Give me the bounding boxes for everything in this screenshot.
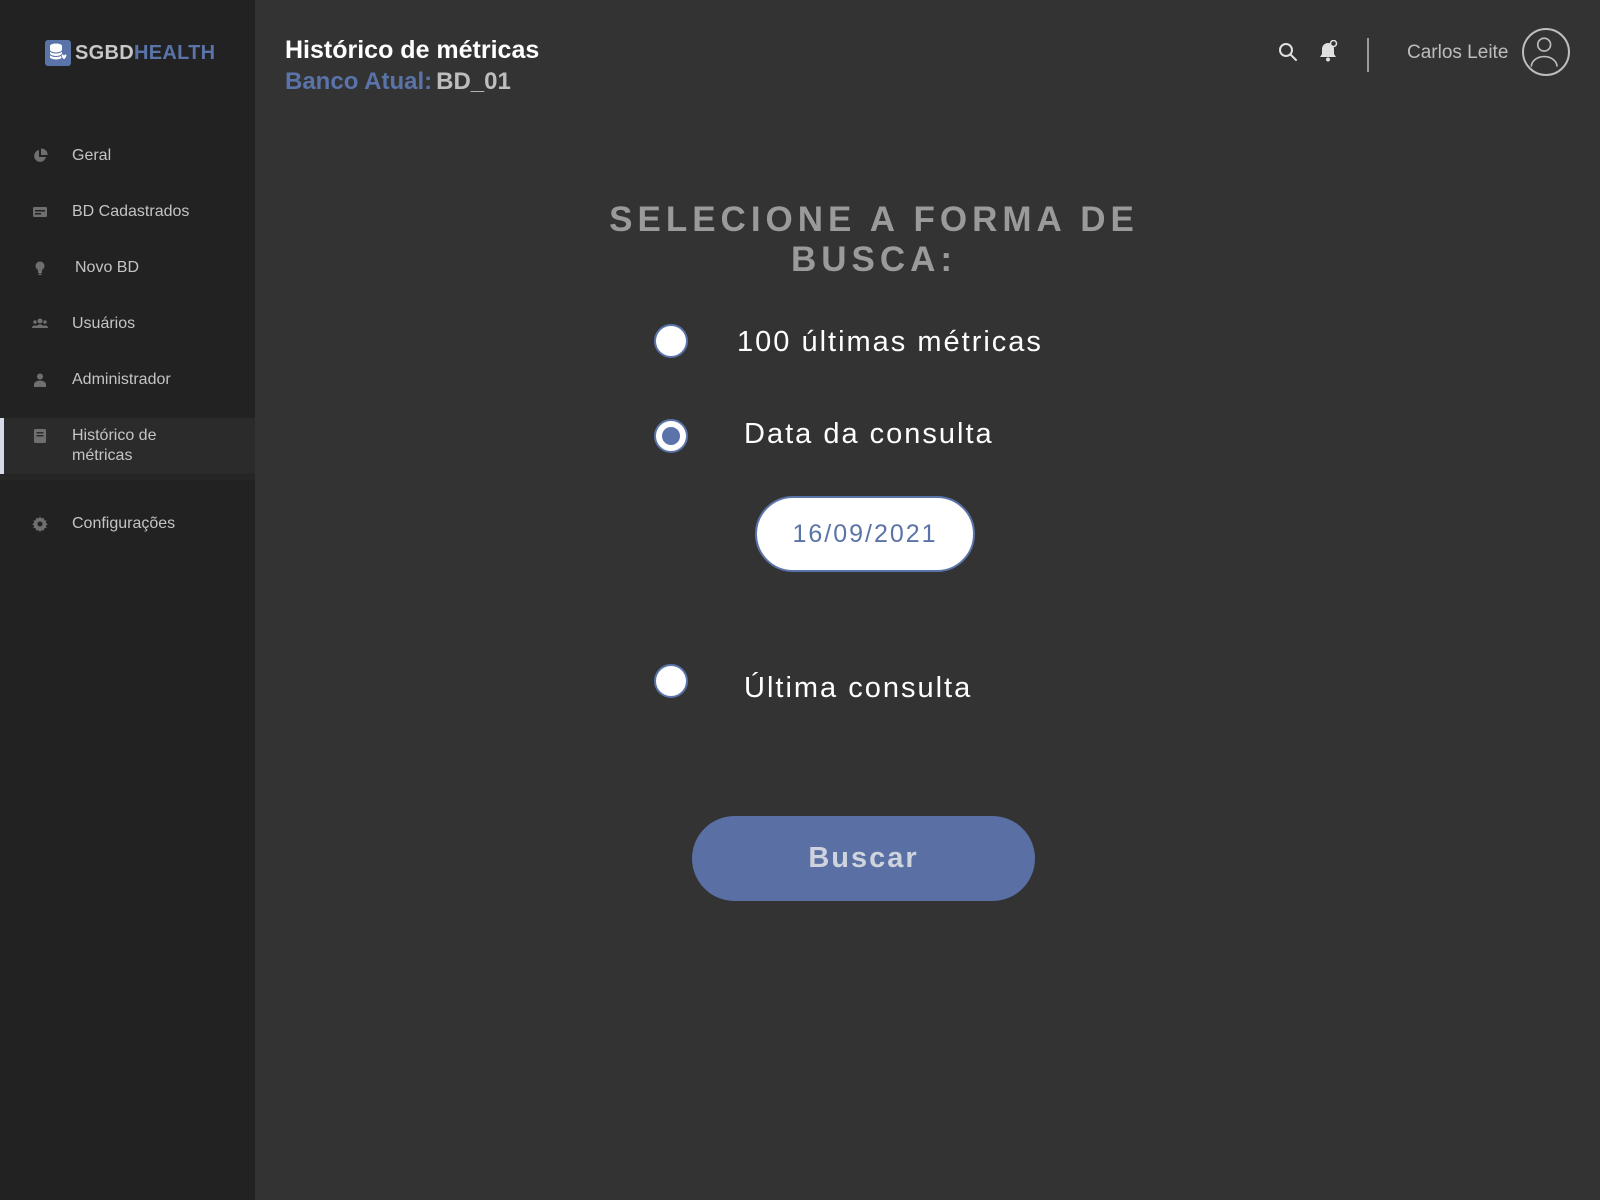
sidebar-item-label: Usuários: [72, 315, 136, 332]
option-label-last-query[interactable]: Última consulta: [744, 672, 972, 705]
sidebar-item-configuracoes[interactable]: Configurações: [0, 514, 255, 534]
sidebar-item-administrador[interactable]: Administrador: [0, 370, 255, 390]
option-label-last-100-metrics[interactable]: 100 últimas métricas: [737, 326, 1043, 359]
database-health-icon: [45, 40, 71, 66]
sidebar-divider: [0, 475, 255, 480]
sidebar-item-historico-de-metricas[interactable]: Histórico de métricas: [0, 418, 255, 474]
sidebar-item-label: BD Cadastrados: [72, 203, 190, 220]
search-mode-heading: SELECIONE A FORMA DE BUSCA:: [609, 200, 1139, 279]
admin-user-icon: [34, 373, 46, 387]
gear-icon: [32, 516, 48, 532]
radio-last-query[interactable]: [654, 664, 688, 698]
header-divider: [1367, 38, 1369, 72]
current-database-label: Banco Atual:: [285, 68, 433, 95]
sidebar-item-label: Administrador: [72, 371, 171, 388]
database-card-icon: [33, 207, 47, 217]
pie-chart-icon: [34, 148, 48, 162]
radio-last-100-metrics[interactable]: [654, 324, 688, 358]
brand-name-part1: SGBD: [75, 41, 134, 64]
sidebar-item-label: Geral: [72, 147, 112, 164]
user-name[interactable]: Carlos Leite: [1407, 42, 1508, 64]
sidebar-item-label: Histórico de métricas: [72, 426, 156, 466]
date-field[interactable]: [755, 496, 975, 572]
brand-logo[interactable]: SGBD HEALTH: [45, 40, 215, 66]
option-label-query-date[interactable]: Data da consulta: [744, 418, 994, 451]
book-icon: [34, 429, 46, 443]
sidebar-item-usuarios[interactable]: Usuários: [0, 314, 255, 334]
notification-bell-icon[interactable]: [1318, 40, 1338, 62]
current-database: Banco Atual: BD_01: [285, 68, 511, 96]
search-icon[interactable]: [1278, 42, 1298, 62]
sidebar-item-novo-bd[interactable]: Novo BD: [0, 258, 255, 278]
avatar[interactable]: [1522, 28, 1570, 76]
sidebar-item-bd-cadastrados[interactable]: BD Cadastrados: [0, 202, 255, 222]
sidebar-item-label-line2: métricas: [72, 447, 133, 464]
users-icon: [32, 318, 48, 328]
sidebar: SGBDHEALTH Geral BD Cadastrados Novo BD: [0, 0, 255, 1200]
search-button[interactable]: Buscar: [692, 816, 1035, 901]
user-avatar-icon: [1530, 37, 1558, 67]
sidebar-item-geral[interactable]: Geral: [0, 146, 255, 166]
sidebar-item-label-line1: Histórico de: [72, 427, 157, 444]
lightbulb-icon: [35, 261, 45, 275]
radio-query-date[interactable]: [654, 419, 688, 453]
sidebar-item-label: Configurações: [72, 515, 176, 532]
sidebar-item-label: Novo BD: [75, 259, 140, 276]
brand-name-part2: HEALTH: [133, 41, 216, 64]
current-database-value: BD_01: [436, 68, 511, 95]
page-title: Histórico de métricas: [285, 36, 540, 64]
